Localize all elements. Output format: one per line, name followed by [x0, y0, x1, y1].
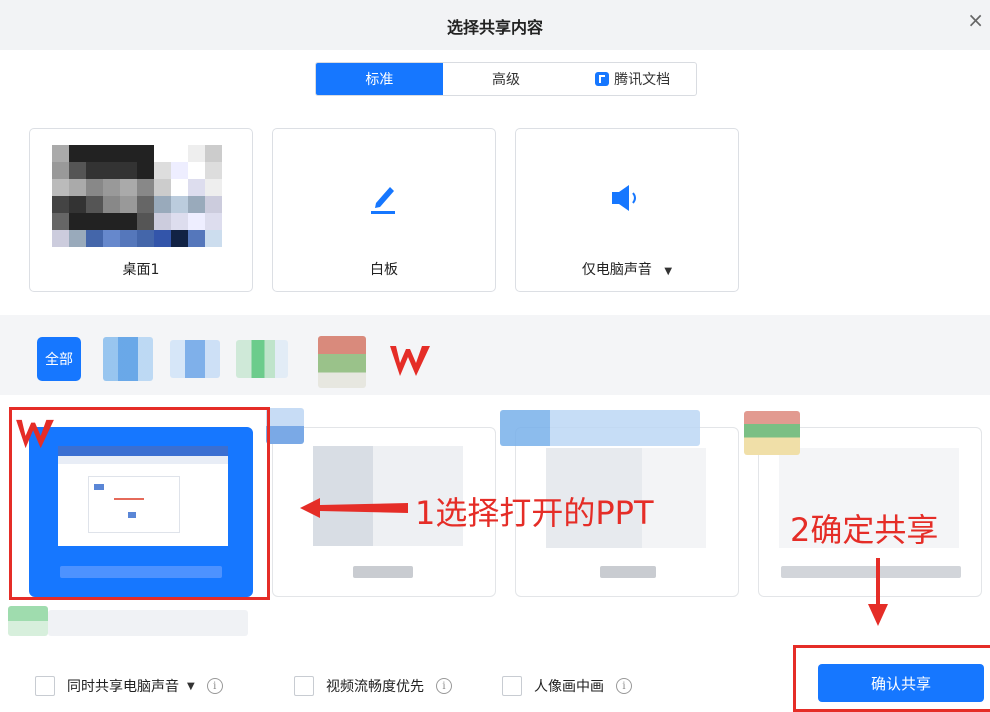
info-icon[interactable]: i — [436, 678, 452, 694]
wps-icon[interactable] — [388, 343, 432, 379]
desktop-thumbnail — [52, 145, 222, 247]
arrow-left-icon — [300, 498, 408, 518]
app-filter-icon[interactable] — [103, 337, 153, 381]
speaker-icon — [612, 185, 636, 211]
app-filter-icon[interactable] — [236, 340, 288, 378]
option-video-smoothness: 视频流畅度优先 i — [294, 676, 452, 696]
dialog-titlebar: 选择共享内容 × — [0, 0, 990, 50]
share-mode-tabs: 标准 高级 腾讯文档 — [315, 62, 697, 96]
info-icon[interactable]: i — [616, 678, 632, 694]
card-computer-audio[interactable]: 仅电脑声音 ▼ — [515, 128, 739, 292]
confirm-share-button[interactable]: 确认共享 — [818, 664, 984, 702]
annotation-step1: 1选择打开的PPT — [415, 494, 654, 532]
annotation-step2: 2确定共享 — [790, 511, 939, 549]
tencent-docs-icon — [595, 72, 610, 86]
chevron-down-icon[interactable]: ▼ — [187, 681, 195, 692]
card-whiteboard[interactable]: 白板 — [272, 128, 496, 292]
app-filter-icon[interactable] — [170, 340, 220, 378]
option-share-computer-audio: 同时共享电脑声音 ▼ i — [35, 676, 223, 696]
card-label-desktop: 桌面1 — [122, 262, 160, 278]
window-caption — [600, 566, 656, 578]
tab-standard[interactable]: 标准 — [316, 63, 443, 95]
app-filter-icon[interactable] — [318, 336, 366, 388]
pen-icon — [371, 187, 395, 214]
option-portrait-pip: 人像画中画 i — [502, 676, 632, 696]
arrow-down-icon — [868, 558, 888, 626]
card-desktop[interactable]: 桌面1 — [29, 128, 253, 292]
chevron-down-icon[interactable]: ▼ — [664, 266, 672, 277]
app-icon — [266, 408, 304, 444]
card-label-whiteboard: 白板 — [370, 262, 398, 278]
app-icon — [48, 610, 248, 636]
tab-advanced[interactable]: 高级 — [443, 63, 570, 95]
app-icon — [8, 606, 48, 636]
portrait-pip-checkbox[interactable] — [502, 676, 522, 696]
app-icon — [500, 410, 700, 446]
close-icon[interactable]: × — [967, 10, 984, 30]
filter-all-button[interactable]: 全部 — [37, 337, 81, 381]
share-audio-checkbox[interactable] — [35, 676, 55, 696]
tab-tencent-docs[interactable]: 腾讯文档 — [569, 63, 696, 95]
info-icon[interactable]: i — [206, 678, 223, 694]
dialog-title: 选择共享内容 — [446, 18, 543, 37]
app-icon — [744, 411, 800, 455]
card-label-computer-audio: 仅电脑声音 ▼ — [581, 262, 673, 278]
highlight-box-ppt — [9, 407, 270, 600]
video-smoothness-checkbox[interactable] — [294, 676, 314, 696]
window-caption — [353, 566, 413, 578]
